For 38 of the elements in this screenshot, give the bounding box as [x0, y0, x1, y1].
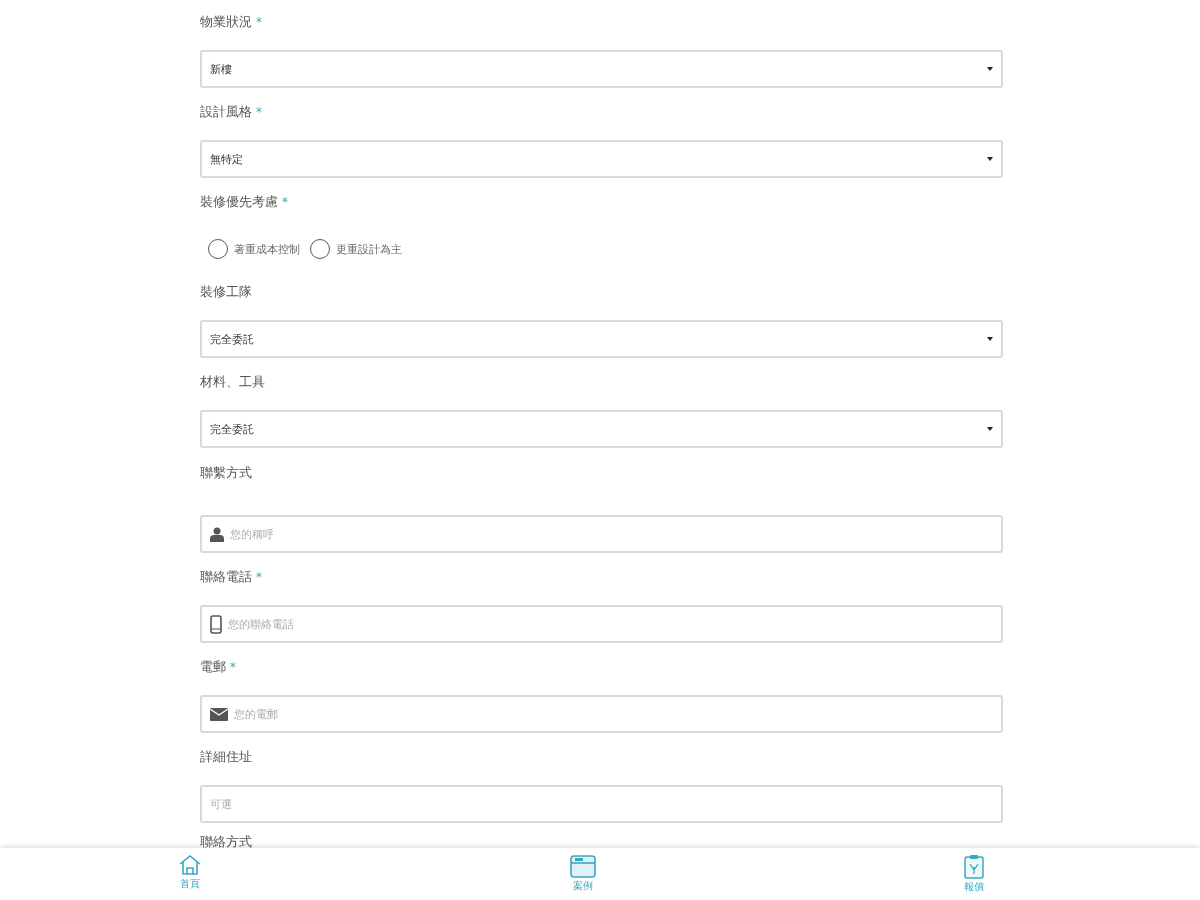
field-label: 裝修工隊 [200, 283, 252, 301]
required-mark: * [282, 195, 288, 209]
caret-icon [987, 337, 993, 341]
input-field[interactable]: 您的稱呼 [200, 515, 1003, 553]
field-label: 聯絡電話 [200, 568, 252, 586]
required-mark: * [256, 15, 262, 29]
field-label: 物業狀況 [200, 13, 252, 31]
section-heading: 聯繫方式 [200, 464, 252, 482]
field-label: 電郵 [200, 658, 226, 676]
field-label: 材料、工具 [200, 373, 265, 391]
radio-option[interactable]: 著重成本控制 [208, 239, 300, 259]
field-label: 聯絡方式 [200, 833, 252, 848]
required-mark: * [256, 105, 262, 119]
dropdown[interactable]: 完全委託 [200, 320, 1003, 358]
field-label: 裝修優先考慮 [200, 193, 278, 211]
window-icon [569, 854, 596, 878]
nav-item[interactable]: 報價 [963, 848, 985, 900]
home-icon [178, 854, 202, 876]
input-field[interactable]: 您的聯絡電話 [200, 605, 1003, 643]
dropdown[interactable]: 新樓 [200, 50, 1003, 88]
envelope-icon [210, 707, 228, 721]
field-label: 詳細住址 [200, 748, 252, 766]
dropdown[interactable]: 完全委託 [200, 410, 1003, 448]
person-icon [210, 526, 224, 542]
caret-icon [987, 67, 993, 71]
required-mark: * [230, 660, 236, 674]
input-field[interactable]: 您的電郵 [200, 695, 1003, 733]
caret-icon [987, 157, 993, 161]
input-field[interactable]: 可選 [200, 785, 1003, 823]
clipboard-icon [963, 854, 985, 879]
nav-item[interactable]: 首頁 [178, 848, 202, 900]
dropdown[interactable]: 無特定 [200, 140, 1003, 178]
phone-icon [210, 614, 222, 634]
field-label: 設計風格 [200, 103, 252, 121]
required-mark: * [256, 570, 262, 584]
radio-option[interactable]: 更重設計為主 [310, 239, 402, 259]
nav-item[interactable]: 案例 [569, 848, 596, 900]
caret-icon [987, 427, 993, 431]
